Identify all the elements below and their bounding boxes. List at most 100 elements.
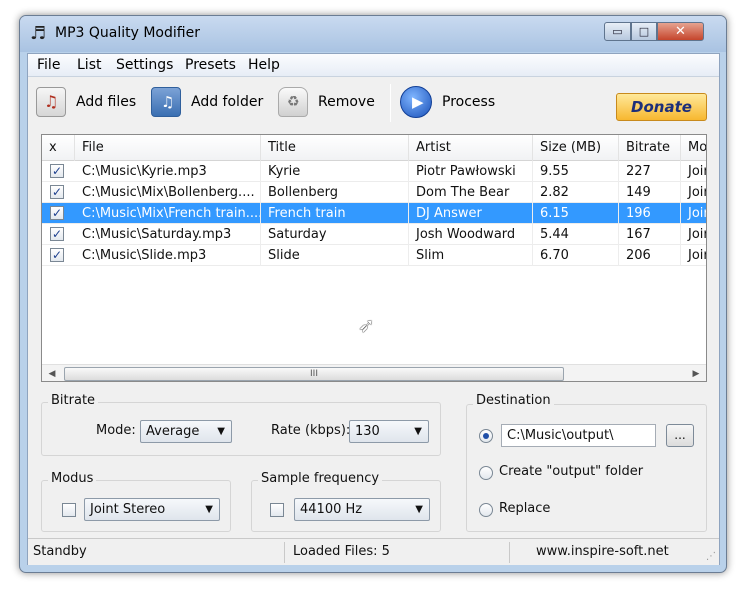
remove-label: Remove xyxy=(318,94,375,110)
browse-button[interactable]: ... xyxy=(666,424,694,447)
cell-mode: Joir xyxy=(681,203,706,224)
cell-title: French train xyxy=(261,203,409,224)
horizontal-scrollbar[interactable]: ◀ III ▶ xyxy=(42,364,706,381)
status-divider xyxy=(509,542,510,563)
close-button[interactable]: ✕ xyxy=(657,22,704,41)
column-header-artist[interactable]: Artist xyxy=(409,135,533,161)
cell-file: C:\Music\Slide.mp3 xyxy=(75,245,261,266)
client-area: File List Settings Presets Help ♫ Add fi… xyxy=(27,53,720,565)
column-header-title[interactable]: Title xyxy=(261,135,409,161)
cell-bitrate: 149 xyxy=(619,182,681,203)
list-header: x File Title Artist Size (MB) Bitrate Mo xyxy=(42,135,706,161)
process-button[interactable]: ▶ Process xyxy=(400,84,495,120)
create-output-folder-radio[interactable] xyxy=(479,466,493,480)
menu-settings[interactable]: Settings xyxy=(116,57,173,73)
create-output-folder-label[interactable]: Create "output" folder xyxy=(499,464,643,479)
cell-bitrate: 227 xyxy=(619,161,681,182)
cell-file: C:\Music\Mix\French train.... xyxy=(75,203,261,224)
toolbar: ♫ Add files ♫ Add folder ♻ Remove ▶ Proc… xyxy=(28,78,719,128)
menu-file[interactable]: File xyxy=(37,57,60,73)
toolbar-separator xyxy=(390,84,391,122)
bitrate-group: Bitrate Mode: Average ▼ Rate (kbps): 130… xyxy=(41,393,441,456)
menu-list[interactable]: List xyxy=(77,57,101,73)
rate-select-value: 130 xyxy=(355,424,380,439)
maximize-button[interactable]: □ xyxy=(631,22,657,41)
table-row[interactable]: ✓ C:\Music\Mix\Bollenberg.... Bollenberg Do… xyxy=(42,182,706,203)
replace-radio[interactable] xyxy=(479,503,493,517)
row-checkbox[interactable]: ✓ xyxy=(50,227,64,241)
cell-artist: Josh Woodward xyxy=(409,224,533,245)
status-website-link[interactable]: www.inspire-soft.net xyxy=(533,539,669,566)
cell-size: 6.70 xyxy=(533,245,619,266)
window-title: MP3 Quality Modifier xyxy=(55,25,200,41)
add-files-button[interactable]: ♫ Add files xyxy=(36,84,136,120)
cell-mode: Joir xyxy=(681,182,706,203)
cell-mode: Joir xyxy=(681,161,706,182)
table-row[interactable]: ✓ C:\Music\Saturday.mp3 Saturday Josh Woodw… xyxy=(42,224,706,245)
destination-path-radio[interactable] xyxy=(479,429,493,443)
cell-artist: DJ Answer xyxy=(409,203,533,224)
rate-label: Rate (kbps): xyxy=(271,423,351,438)
title-bar[interactable]: ♬ MP3 Quality Modifier ▭ □ ✕ xyxy=(20,16,726,52)
cell-artist: Piotr Pawłowski xyxy=(409,161,533,182)
remove-button[interactable]: ♻ Remove xyxy=(278,84,375,120)
chevron-down-icon: ▼ xyxy=(205,504,213,515)
cell-bitrate: 196 xyxy=(619,203,681,224)
add-file-icon: ♫ xyxy=(36,87,66,117)
cell-title: Bollenberg xyxy=(261,182,409,203)
row-checkbox[interactable]: ✓ xyxy=(50,164,64,178)
resize-grip-icon[interactable]: ⋰ xyxy=(706,551,716,562)
minimize-button[interactable]: ▭ xyxy=(604,22,631,41)
sample-frequency-select[interactable]: 44100 Hz ▼ xyxy=(294,498,430,521)
sample-frequency-group-title: Sample frequency xyxy=(258,471,383,486)
cell-title: Slide xyxy=(261,245,409,266)
mode-select[interactable]: Average ▼ xyxy=(140,420,232,443)
replace-label[interactable]: Replace xyxy=(499,501,550,516)
mouse-cursor-icon: ➶ xyxy=(358,313,375,337)
sample-frequency-checkbox[interactable] xyxy=(270,503,284,517)
row-checkbox[interactable]: ✓ xyxy=(50,206,64,220)
sample-frequency-select-value: 44100 Hz xyxy=(300,502,363,517)
donate-button[interactable]: Donate xyxy=(616,93,707,121)
play-icon: ▶ xyxy=(400,86,432,118)
table-row[interactable]: ✓ C:\Music\Mix\French train.... French tra… xyxy=(42,203,706,224)
add-files-label: Add files xyxy=(76,94,137,110)
scroll-thumb[interactable]: III xyxy=(64,367,564,381)
modus-checkbox[interactable] xyxy=(62,503,76,517)
status-loaded-files: Loaded Files: 5 xyxy=(293,544,390,559)
mode-label: Mode: xyxy=(96,423,136,438)
file-list[interactable]: x File Title Artist Size (MB) Bitrate Mo… xyxy=(41,134,707,382)
column-header-mode[interactable]: Mo xyxy=(681,135,706,161)
cell-bitrate: 167 xyxy=(619,224,681,245)
menu-presets[interactable]: Presets xyxy=(185,57,236,73)
status-divider xyxy=(284,542,285,563)
destination-group: Destination C:\Music\output\ ... Create … xyxy=(466,393,707,532)
cell-title: Saturday xyxy=(261,224,409,245)
column-header-size[interactable]: Size (MB) xyxy=(533,135,619,161)
chevron-down-icon: ▼ xyxy=(414,426,422,437)
column-header-bitrate[interactable]: Bitrate xyxy=(619,135,681,161)
menu-help[interactable]: Help xyxy=(248,57,280,73)
column-header-check[interactable]: x xyxy=(42,135,75,161)
add-folder-button[interactable]: ♫ Add folder xyxy=(151,84,263,120)
cell-file: C:\Music\Mix\Bollenberg.... xyxy=(75,182,261,203)
row-checkbox[interactable]: ✓ xyxy=(50,185,64,199)
table-row[interactable]: ✓ C:\Music\Slide.mp3 Slide Slim 6.70 206 Joir xyxy=(42,245,706,266)
music-note-icon: ♬ xyxy=(30,23,47,44)
destination-path-field[interactable]: C:\Music\output\ xyxy=(501,424,656,447)
recycle-bin-icon: ♻ xyxy=(278,87,308,117)
mode-select-value: Average xyxy=(146,424,200,439)
add-folder-label: Add folder xyxy=(191,94,264,110)
table-row[interactable]: ✓ C:\Music\Kyrie.mp3 Kyrie Piotr Pawłowski 9… xyxy=(42,161,706,182)
destination-group-title: Destination xyxy=(473,393,554,408)
modus-select[interactable]: Joint Stereo ▼ xyxy=(84,498,220,521)
cell-mode: Joir xyxy=(681,245,706,266)
scroll-left-icon[interactable]: ◀ xyxy=(45,367,59,381)
scroll-right-icon[interactable]: ▶ xyxy=(689,367,703,381)
rate-select[interactable]: 130 ▼ xyxy=(349,420,429,443)
column-header-file[interactable]: File xyxy=(75,135,261,161)
cell-mode: Joir xyxy=(681,224,706,245)
chevron-down-icon: ▼ xyxy=(217,426,225,437)
cell-size: 2.82 xyxy=(533,182,619,203)
row-checkbox[interactable]: ✓ xyxy=(50,248,64,262)
